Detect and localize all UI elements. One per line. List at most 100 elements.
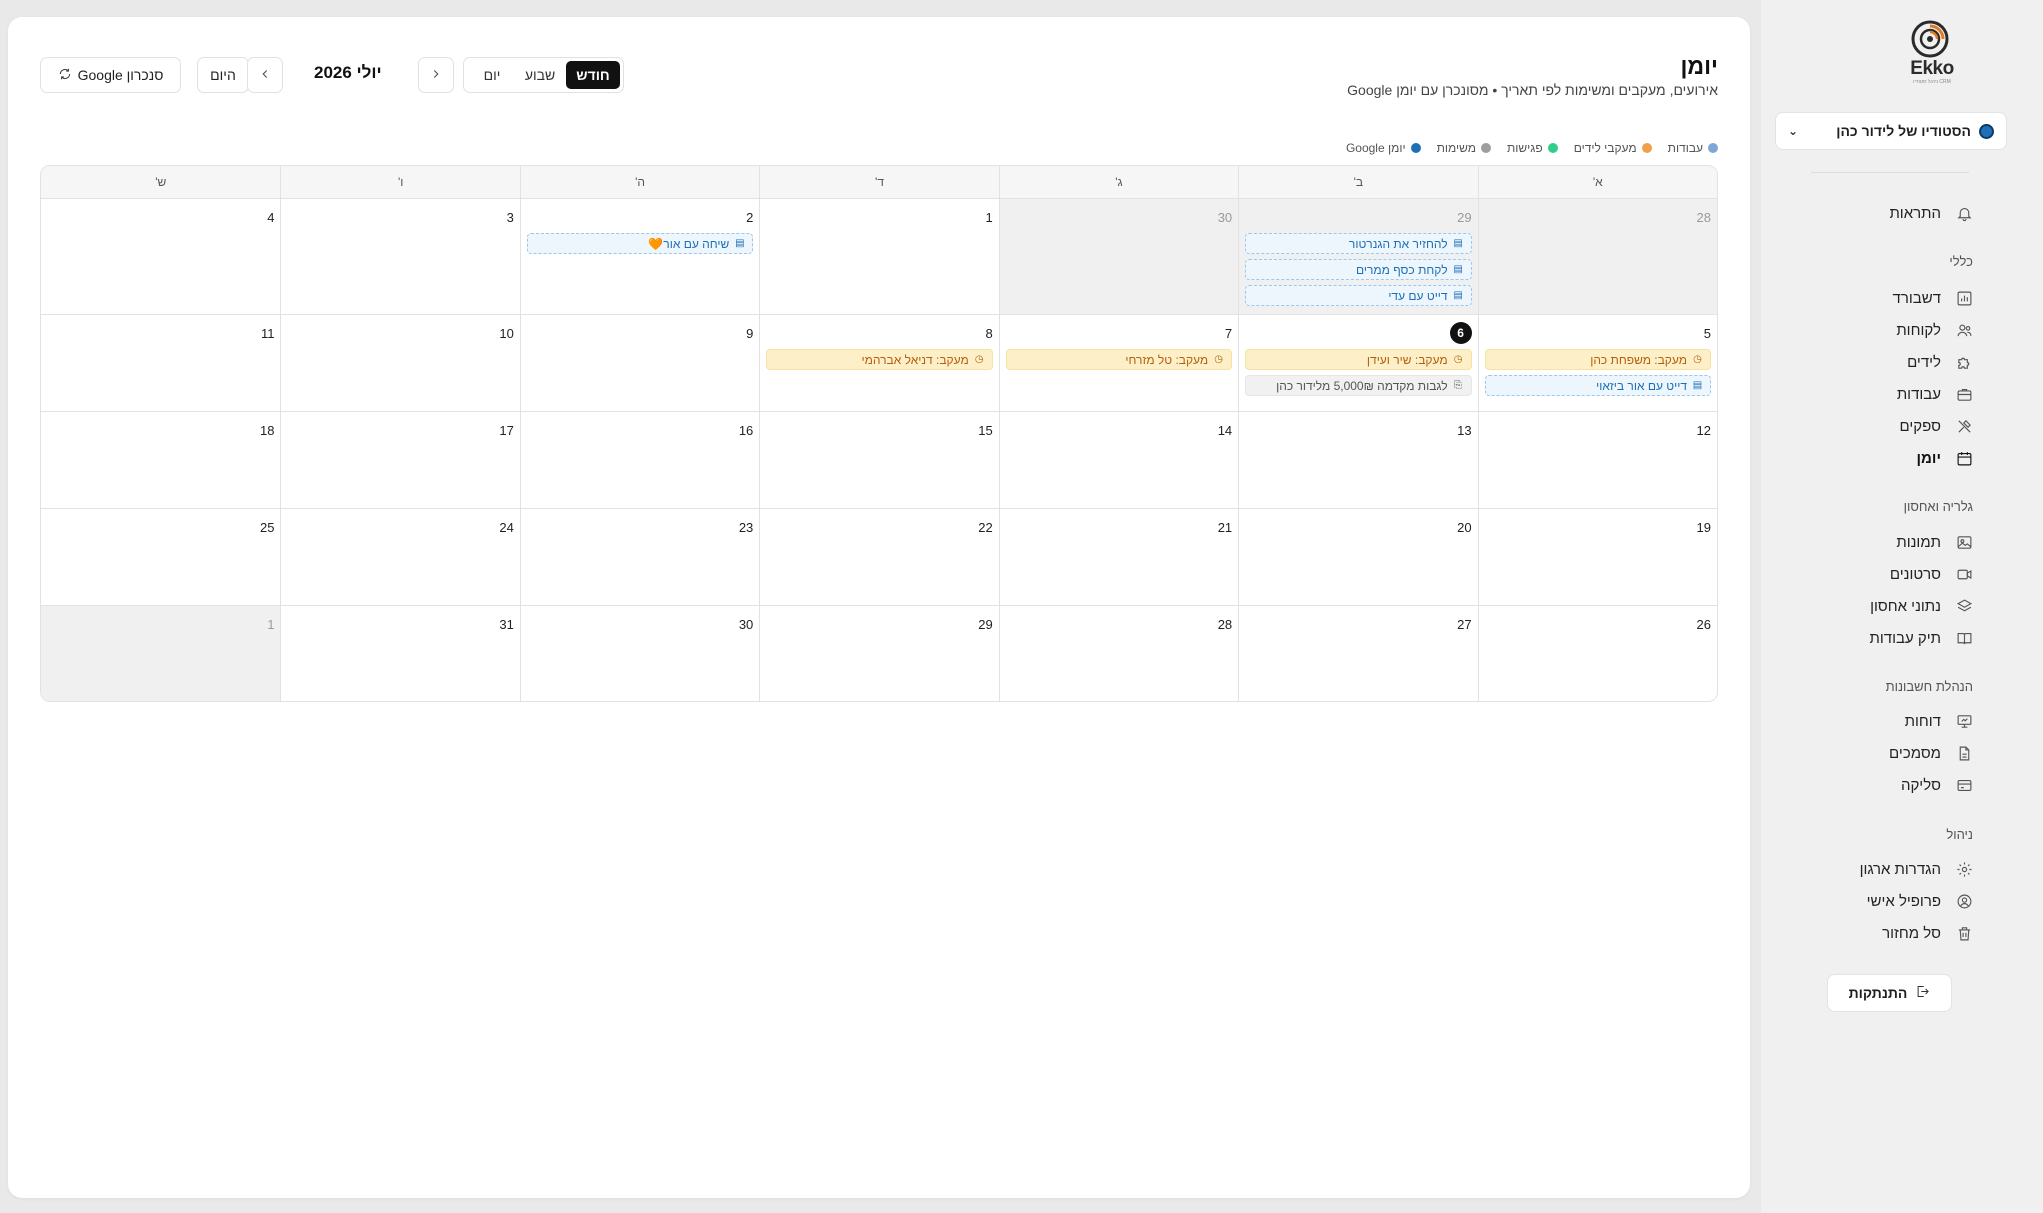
calendar-event[interactable]: ▤ להחזיר את הגנרטור [1245, 233, 1472, 254]
sidebar-item-label: סל מחזור [1882, 924, 1941, 942]
sidebar-item-notifications[interactable]: התראות [1793, 199, 1973, 227]
sidebar-item-label: לידים [1907, 353, 1941, 371]
calendar-event[interactable]: ▤ דייט עם אור ביזאוי [1484, 375, 1711, 396]
sidebar-item-dashboard[interactable]: דשבורד [1793, 284, 1973, 312]
calendar-event[interactable]: ◷ מעקב: משפחת כהן [1484, 349, 1711, 370]
day-number: 23 [527, 517, 753, 537]
calendar-day-cell[interactable]: 21 [998, 508, 1239, 605]
sidebar-item-videos[interactable]: סרטונים [1793, 560, 1973, 588]
sidebar-item-customers[interactable]: לקוחות [1793, 316, 1973, 344]
day-number-text: 21 [1217, 519, 1233, 535]
sidebar-item-profile[interactable]: פרופיל אישי [1793, 887, 1973, 915]
calendar-day-cell[interactable]: 12 [1477, 411, 1717, 508]
calendar-day-cell[interactable]: 29 [759, 605, 999, 701]
view-week-tab[interactable]: שבוע [514, 61, 566, 89]
sidebar-item-label: תמונות [1896, 533, 1941, 551]
today-button[interactable]: היום [197, 57, 249, 93]
sidebar-item-label: התראות [1889, 204, 1941, 222]
day-number-text: 4 [267, 209, 275, 225]
calendar-day-cell[interactable]: 6 ◷ מעקב: שיר ועידן ⎘ לגבות מקדמה 5,000₪ מלי… [1238, 314, 1478, 411]
workspace-selector[interactable]: הסטודיו של לידור כהן ⌄ [1775, 112, 2007, 150]
calendar-icon [1955, 449, 1973, 467]
day-number: 10 [287, 323, 513, 343]
prev-month-button[interactable] [247, 57, 283, 93]
workspace-name: הסטודיו של לידור כהן [1836, 123, 1971, 139]
next-month-button[interactable] [418, 57, 454, 93]
calendar-day-cell[interactable]: 26 [1477, 605, 1717, 701]
sidebar-item-suppliers[interactable]: ספקים [1793, 412, 1973, 440]
google-sync-button[interactable]: סנכרון Google [40, 57, 181, 93]
calendar-day-cell[interactable]: 30 [998, 199, 1239, 314]
current-month-label: יולי 2026 [314, 63, 382, 82]
calendar-day-cell[interactable]: 24 [280, 508, 520, 605]
calendar-day-cell[interactable]: 16 [519, 411, 760, 508]
calendar-day-cell[interactable]: 14 [998, 411, 1239, 508]
calendar-day-cell[interactable]: 29 ▤ להחזיר את הגנרטור ▤ לקחת כסף ממרים ▤ דייט… [1238, 199, 1478, 314]
weekday-label: ג' [998, 166, 1238, 198]
sidebar-item-label: סליקה [1900, 776, 1941, 794]
credit-card-icon [1955, 776, 1973, 794]
calendar-day-cell[interactable]: 17 [280, 411, 520, 508]
legend-label: פגישות [1507, 141, 1543, 155]
view-month-tab[interactable]: חודש [566, 61, 620, 89]
calendar-day-cell[interactable]: 1 [41, 605, 281, 701]
calendar-day-cell[interactable]: 7 ◷ מעקב: טל מזרחי [998, 314, 1239, 411]
view-day-tab[interactable]: יום [470, 61, 514, 89]
calendar-event[interactable]: ◷ מעקב: שיר ועידן [1245, 349, 1472, 370]
day-number: 14 [1006, 420, 1232, 440]
calendar-day-cell[interactable]: 22 [759, 508, 999, 605]
calendar-day-cell[interactable]: 2 ▤ שיחה עם אור🧡 [519, 199, 760, 314]
day-number-text: 7 [1224, 325, 1233, 341]
calendar-event-icon: ▤ [1692, 380, 1703, 391]
sidebar-item-documents[interactable]: מסמכים [1793, 739, 1973, 767]
sidebar-item-org-settings[interactable]: הגדרות ארגון [1793, 855, 1973, 883]
calendar-day-cell[interactable]: 23 [519, 508, 760, 605]
day-number-text: 25 [259, 519, 275, 535]
calendar-day-cell[interactable]: 20 [1238, 508, 1478, 605]
calendar-day-cell[interactable]: 4 [41, 199, 281, 314]
calendar-day-cell[interactable]: 5 ◷ מעקב: משפחת כהן ▤ דייט עם אור ביזאוי [1477, 314, 1717, 411]
day-number-text: 28 [1696, 209, 1711, 225]
day-number-text: 19 [1696, 519, 1711, 535]
sidebar-item-jobs[interactable]: עבודות [1793, 380, 1973, 408]
calendar-event[interactable]: ▤ לקחת כסף ממרים [1245, 259, 1472, 280]
legend-label: משימות [1436, 141, 1476, 155]
sidebar-item-leads[interactable]: לידים [1793, 348, 1973, 376]
calendar-day-cell[interactable]: 31 [280, 605, 520, 701]
calendar-event[interactable]: ⎘ לגבות מקדמה 5,000₪ מלידור כהן [1245, 375, 1472, 396]
brand-logo[interactable]: Ekko ניהול סטודיו CRM [1904, 18, 1960, 92]
day-number-text: 15 [978, 422, 993, 438]
calendar-event[interactable]: ◷ מעקב: דניאל אברהמי [766, 349, 993, 370]
sidebar-item-reports[interactable]: דוחות [1793, 707, 1973, 735]
calendar-day-cell[interactable]: 18 [41, 411, 281, 508]
calendar-day-cell[interactable]: 3 [280, 199, 520, 314]
logout-icon [1915, 984, 1930, 1002]
calendar-event[interactable]: ◷ מעקב: טל מזרחי [1005, 349, 1233, 370]
calendar-day-cell[interactable]: 11 [41, 314, 281, 411]
calendar-day-cell[interactable]: 15 [759, 411, 999, 508]
calendar-day-cell[interactable]: 9 [519, 314, 760, 411]
calendar-day-cell[interactable]: 19 [1477, 508, 1717, 605]
calendar-event[interactable]: ▤ שיחה עם אור🧡 [526, 233, 754, 254]
sidebar-item-trash[interactable]: סל מחזור [1793, 919, 1973, 947]
calendar-day-cell[interactable]: 1 [759, 199, 999, 314]
calendar-day-cell[interactable]: 25 [41, 508, 281, 605]
calendar-day-cell[interactable]: 10 [280, 314, 520, 411]
calendar-day-cell[interactable]: 8 ◷ מעקב: דניאל אברהמי [759, 314, 999, 411]
user-circle-icon [1955, 892, 1973, 910]
calendar-day-cell[interactable]: 13 [1238, 411, 1478, 508]
calendar-day-cell[interactable]: 30 [519, 605, 760, 701]
sidebar-item-storage[interactable]: נתוני אחסון [1793, 592, 1973, 620]
sidebar-item-billing[interactable]: סליקה [1793, 771, 1973, 799]
calendar-day-cell[interactable]: 28 [998, 605, 1239, 701]
logout-button[interactable]: התנתקות [1827, 974, 1952, 1012]
sidebar-item-portfolio[interactable]: תיק עבודות [1793, 624, 1973, 652]
calendar-day-cell[interactable]: 27 [1238, 605, 1478, 701]
day-number: 26 [1485, 614, 1711, 634]
sidebar-item-photos[interactable]: תמונות [1793, 528, 1973, 556]
calendar-event[interactable]: ▤ דייט עם עדי [1245, 285, 1472, 306]
day-number-text: 20 [1457, 519, 1472, 535]
calendar-day-cell[interactable]: 28 [1477, 199, 1717, 314]
sidebar-item-label: הגדרות ארגון [1859, 860, 1941, 878]
sidebar-item-calendar[interactable]: יומן [1793, 444, 1973, 472]
